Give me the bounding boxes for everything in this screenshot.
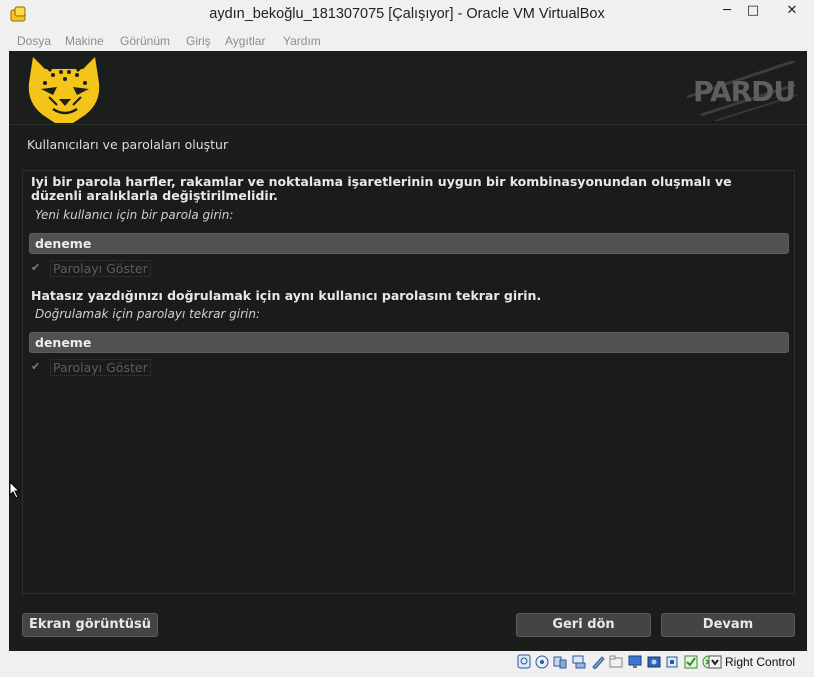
verify-prompt: Doğrulamak için parolayı tekrar girin:: [35, 307, 261, 321]
pardus-cheetah-logo: [28, 57, 100, 123]
password-help-text: Iyi bir parola harfler, rakamlar ve nokt…: [31, 175, 732, 203]
show-verify-checkbox[interactable]: ✔: [31, 361, 43, 373]
host-key-label: Right Control: [725, 655, 796, 669]
hard-disk-icon[interactable]: [517, 654, 531, 669]
shared-folders-icon[interactable]: [609, 654, 623, 669]
verify-password-input[interactable]: deneme: [29, 332, 789, 353]
display-icon[interactable]: [628, 654, 642, 669]
password-prompt: Yeni kullanıcı için bir parola girin:: [35, 208, 234, 222]
page-title: Kullanıcıları ve parolaları oluştur: [27, 137, 229, 152]
verify-help-text: Hatasız yazdığınızı doğrulamak için aynı…: [31, 288, 542, 303]
password-help-line-2: düzenli aralıklarla değiştirilmelidir.: [31, 188, 278, 203]
window-titlebar[interactable]: aydın_bekoğlu_181307075 [Çalışıyor] - Or…: [0, 0, 814, 30]
installer-header: PARDUS: [9, 51, 807, 125]
virtualization-icon[interactable]: [684, 654, 698, 669]
password-input[interactable]: deneme: [29, 233, 789, 254]
show-verify-label: Parolayı Göster: [50, 359, 151, 376]
optical-drive-icon[interactable]: [535, 654, 549, 669]
menu-gorunum[interactable]: Görünüm: [120, 34, 170, 48]
menu-aygitlar[interactable]: Aygıtlar: [225, 34, 265, 48]
menu-bar: Dosya Makine Görünüm Giriş Aygıtlar Yard…: [8, 31, 807, 51]
guest-screen[interactable]: PARDUS Kullanıcıları ve parolaları oluşt…: [9, 51, 807, 651]
mouse-cursor-icon: [9, 481, 21, 499]
pardus-wordmark-logo: PARDUS: [686, 61, 797, 121]
menu-makine[interactable]: Makine: [65, 34, 104, 48]
show-password-checkbox[interactable]: ✔: [31, 262, 43, 274]
menu-dosya[interactable]: Dosya: [17, 34, 51, 48]
next-button[interactable]: Devam: [661, 613, 795, 637]
screenshot-button[interactable]: Ekran görüntüsü: [22, 613, 158, 637]
usb-icon[interactable]: [591, 654, 605, 669]
network-icon[interactable]: [572, 654, 586, 669]
cpu-icon[interactable]: [665, 654, 679, 669]
status-bar: Right Control: [8, 651, 807, 673]
back-button[interactable]: Geri dön: [516, 613, 651, 637]
password-help-line-1: Iyi bir parola harfler, rakamlar ve nokt…: [31, 174, 732, 189]
menu-giris[interactable]: Giriş: [186, 34, 211, 48]
audio-icon[interactable]: [553, 654, 567, 669]
maximize-button[interactable]: □: [738, 0, 768, 24]
video-capture-icon[interactable]: [647, 654, 661, 669]
pardus-wordmark-text: PARDUS: [693, 75, 797, 108]
window-title: aydın_bekoğlu_181307075 [Çalışıyor] - Or…: [209, 6, 605, 22]
menu-yardim[interactable]: Yardım: [283, 34, 321, 48]
show-password-label: Parolayı Göster: [50, 260, 151, 277]
keyboard-capture-icon[interactable]: [708, 654, 722, 669]
close-button[interactable]: ✕: [770, 0, 814, 24]
